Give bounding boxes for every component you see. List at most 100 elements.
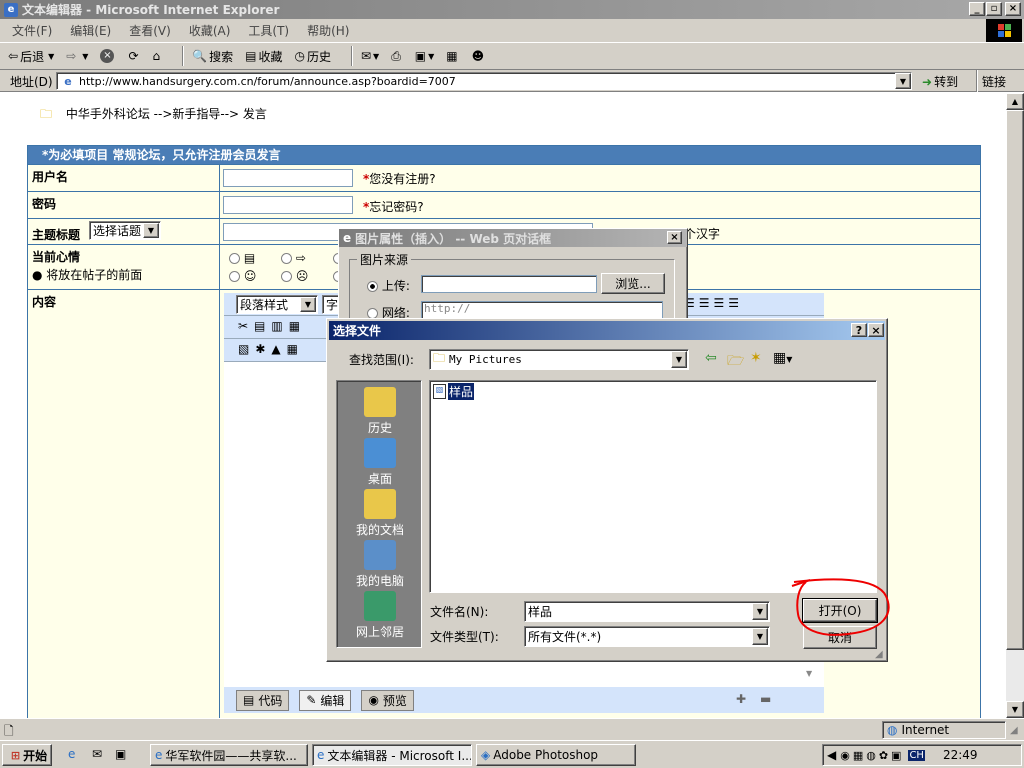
menu-view[interactable]: 查看(V) <box>129 22 171 39</box>
look-in-select[interactable]: 🗀 My Pictures ▼ <box>429 349 689 370</box>
scroll-thumb[interactable] <box>1006 110 1024 650</box>
ie-logo-icon: e <box>343 231 352 245</box>
discuss-button[interactable]: ▦ <box>446 49 459 63</box>
upload-path-input[interactable] <box>421 275 597 293</box>
edit-page-button[interactable]: ▣ ▼ <box>415 49 435 63</box>
up-folder-icon[interactable]: 🗁 <box>727 350 744 374</box>
username-input[interactable] <box>223 169 353 187</box>
file-dialog-title-bar[interactable]: 选择文件 ? × <box>329 321 885 340</box>
menu-file[interactable]: 文件(F) <box>12 22 52 39</box>
place-my-computer[interactable]: 我的电脑 <box>337 540 423 589</box>
back-button[interactable]: ⇦ 后退 ▼ <box>8 48 54 65</box>
history-button[interactable]: ◷ 历史 <box>294 48 331 65</box>
quicklaunch-desktop-icon[interactable]: ▣ <box>115 747 126 761</box>
subject-hint: 个汉字 <box>684 227 721 241</box>
paragraph-style-select[interactable]: 段落样式 ▼ <box>236 295 318 314</box>
menu-tools[interactable]: 工具(T) <box>248 22 289 39</box>
print-button[interactable]: ⎙ <box>391 49 403 64</box>
favorites-button[interactable]: ▤ 收藏 <box>245 48 282 65</box>
filetype-select[interactable]: 所有文件(*.*) ▼ <box>524 626 770 647</box>
image-dialog-title-bar[interactable]: e 图片属性（插入） -- Web 页对话框 × <box>339 229 687 247</box>
window-title: 文本编辑器 - Microsoft Internet Explorer <box>22 3 280 17</box>
list-item[interactable]: ▧ 样品 <box>433 383 475 400</box>
minimize-button[interactable]: _ <box>969 2 985 16</box>
form-header: *为必填项目 常规论坛，只允许注册会员发言 <box>28 146 980 164</box>
place-my-documents[interactable]: 我的文档 <box>337 489 423 538</box>
stop-button[interactable]: × <box>100 49 116 63</box>
tab-preview[interactable]: ◉ 预览 <box>361 689 414 711</box>
look-in-dropdown-button[interactable]: ▼ <box>671 351 687 368</box>
ie-title-bar[interactable]: e 文本编辑器 - Microsoft Internet Explorer _ … <box>0 0 1024 19</box>
scroll-down-button[interactable]: ▼ <box>1006 701 1024 718</box>
task-photoshop[interactable]: ◈ Adobe Photoshop <box>476 744 636 766</box>
menu-help[interactable]: 帮助(H) <box>307 22 349 39</box>
tab-edit[interactable]: ✎ 编辑 <box>299 689 352 711</box>
clipboard-icons[interactable]: ✂▤▥▦ <box>238 319 306 333</box>
pictures-folder-icon: 🗀 <box>433 351 446 365</box>
forgot-password-link[interactable]: *忘记密码? <box>363 198 424 215</box>
close-button[interactable]: × <box>1005 2 1021 16</box>
topic-dropdown-button[interactable]: ▼ <box>143 223 159 238</box>
mood-option-5[interactable]: ☹ <box>281 269 308 283</box>
align-icons[interactable]: ☰☰☰☰ <box>684 296 743 310</box>
links-button[interactable]: 链接 <box>982 73 1006 90</box>
refresh-button[interactable]: ⟳ <box>128 49 140 63</box>
task-text-editor[interactable]: e 文本编辑器 - Microsoft I... <box>312 744 472 766</box>
password-input[interactable] <box>223 196 353 214</box>
topic-select[interactable]: 选择话题 ▼ <box>89 221 161 240</box>
forward-button[interactable]: ⇨ ▼ <box>66 49 88 63</box>
new-folder-icon[interactable]: ✶ <box>750 350 762 366</box>
restore-button[interactable]: ▫ <box>986 2 1002 16</box>
filename-dropdown-button[interactable]: ▼ <box>752 603 768 620</box>
close-icon: × <box>670 232 679 243</box>
input-language-indicator[interactable]: CH <box>908 749 925 761</box>
help-button[interactable]: ? <box>851 323 867 337</box>
network-url-input[interactable]: http:// <box>421 301 663 319</box>
place-network[interactable]: 网上邻居 <box>337 591 423 640</box>
tray-icons[interactable]: ◉▦◍✿▣ <box>840 749 904 762</box>
mood-option-2[interactable]: ⇨ <box>281 251 306 265</box>
address-input[interactable]: e http://www.handsurgery.com.cn/forum/an… <box>56 72 912 90</box>
filename-input[interactable]: 样品 ▼ <box>524 601 770 622</box>
address-dropdown-button[interactable]: ▼ <box>895 73 911 89</box>
menu-favorites[interactable]: 收藏(A) <box>189 22 231 39</box>
mood-option-1[interactable]: ▤ <box>229 251 255 265</box>
resize-grip-icon[interactable]: ◢ <box>875 649 883 660</box>
start-button[interactable]: ⊞ 开始 <box>2 744 52 766</box>
back-folder-icon[interactable]: ⇦ <box>705 350 717 366</box>
register-link[interactable]: *您没有注册? <box>363 170 436 187</box>
mail-button[interactable]: ✉ ▼ <box>361 49 379 63</box>
network-places-icon <box>364 591 396 621</box>
zoom-in-icon[interactable]: ✚ <box>736 692 746 706</box>
insert-icons[interactable]: ▧✱▲▦ <box>238 342 304 356</box>
volume-icon[interactable]: ◀ <box>827 748 836 762</box>
place-desktop[interactable]: 桌面 <box>337 438 423 487</box>
messenger-button[interactable]: ☻ <box>472 49 487 63</box>
page-scrollbar[interactable]: ▲ ▼ <box>1006 93 1024 718</box>
quicklaunch-outlook-icon[interactable]: ✉ <box>92 747 102 761</box>
editor-mode-tabs: ▤ 代码 ✎ 编辑 ◉ 预览 ✚ ▬ <box>224 687 824 713</box>
scroll-up-button[interactable]: ▲ <box>1006 93 1024 110</box>
back-dropdown-icon: ▼ <box>48 51 55 61</box>
tab-code[interactable]: ▤ 代码 <box>236 689 290 711</box>
quicklaunch-ie-icon[interactable]: e <box>68 747 75 761</box>
style-dropdown-button[interactable]: ▼ <box>300 297 316 312</box>
task-huajun[interactable]: e 华军软件园——共享软... <box>150 744 308 766</box>
red-annotation-circle <box>791 578 890 636</box>
search-button[interactable]: 🔍 搜索 <box>192 48 233 65</box>
home-button[interactable]: ⌂ <box>153 49 163 63</box>
file-list[interactable]: ▧ 样品 <box>429 380 877 593</box>
editor-scroll-down-button[interactable]: ▼ <box>806 665 822 681</box>
mood-option-4[interactable]: ☺ <box>229 269 256 283</box>
browse-button[interactable]: 浏览... <box>601 273 665 294</box>
upload-radio[interactable]: 上传: <box>367 277 410 294</box>
menu-edit[interactable]: 编辑(E) <box>70 22 111 39</box>
image-dialog-close-button[interactable]: × <box>667 231 682 244</box>
zoom-out-icon[interactable]: ▬ <box>760 692 771 706</box>
place-history[interactable]: 历史 <box>337 387 423 436</box>
username-label: 用户名 <box>28 165 220 191</box>
filetype-dropdown-button[interactable]: ▼ <box>752 628 768 645</box>
go-button[interactable]: ➜ 转到 <box>922 73 958 90</box>
file-dialog-close-button[interactable]: × <box>868 323 884 337</box>
view-menu-icon[interactable]: ▦▼ <box>773 350 792 366</box>
